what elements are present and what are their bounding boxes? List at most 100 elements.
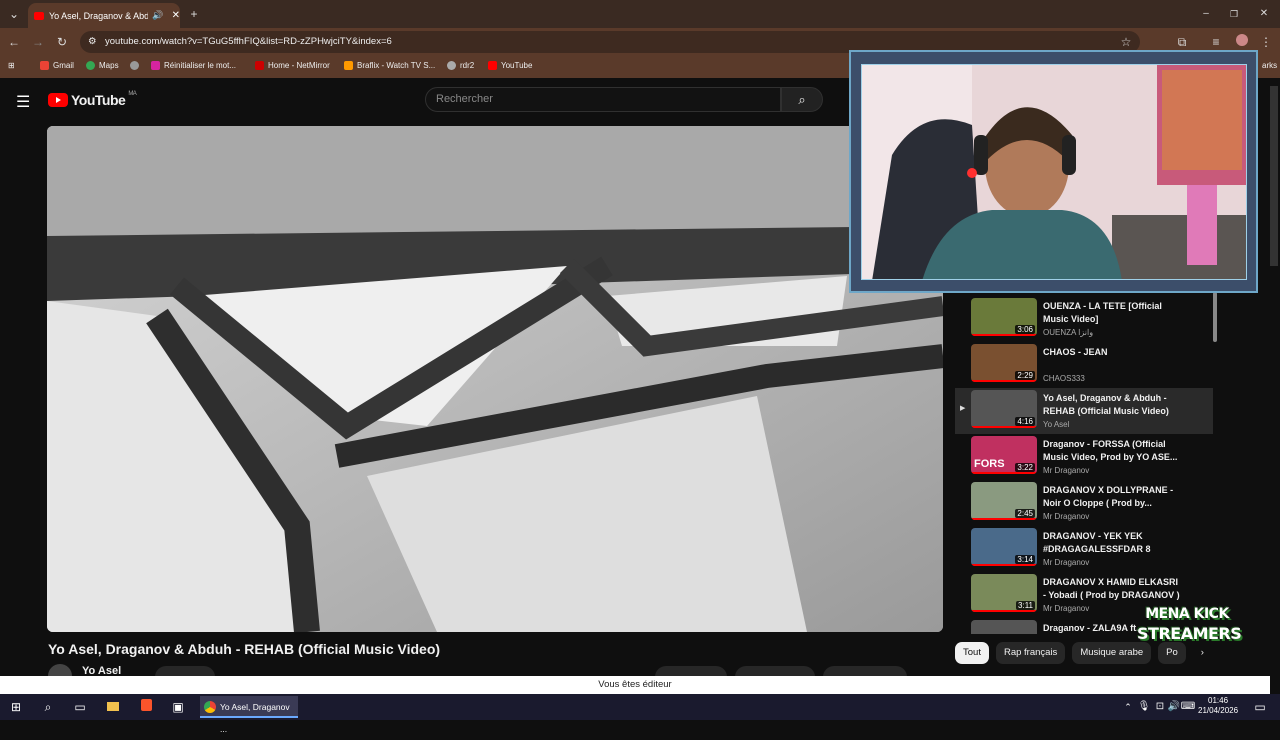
clock-time: 01:46 [1208,696,1229,705]
reload-icon[interactable]: ↻ [52,28,72,56]
microphone-icon[interactable]: 🎙 [1136,699,1152,715]
maps-icon [86,61,95,70]
share-button[interactable] [735,666,815,676]
playlist-item-title: CHAOS - JEAN [1043,347,1108,357]
tray-chevron-icon[interactable]: ⌃ [1120,699,1136,715]
bookmark-label: Réinitialiser le mot... [164,61,237,70]
playlist-item[interactable]: 2:45 DRAGANOV X DOLLYPRANE - Noir O Clopp… [955,480,1213,526]
task-view-icon[interactable]: ▭ [72,699,88,715]
notifications-icon[interactable]: ▭ [1252,699,1268,715]
hamburger-menu-icon[interactable]: ☰ [16,92,30,112]
back-icon[interactable]: ← [4,28,24,56]
bookmark-label: YouTube [501,61,533,70]
webcam-overlay [849,50,1258,293]
video-duration: 3:22 [1015,463,1035,472]
audio-icon[interactable]: 🔊 [152,10,163,21]
playlist-thumbnail[interactable]: FORS 3:22 [971,436,1037,474]
logo-text: YouTube [71,92,126,108]
brave-browser-icon[interactable] [138,699,154,715]
now-playing-icon: ▶ [960,405,966,412]
bookmark-youtube[interactable]: YouTube [488,61,532,70]
youtube-logo[interactable]: YouTube MA [48,91,137,108]
playlist-item[interactable]: 2:29 CHAOS - JEAN CHAOS333 [955,342,1213,388]
tab-search-icon[interactable]: ⌄ [4,0,24,28]
bookmark-rdr2[interactable]: rdr2 [447,61,474,70]
minimize-icon[interactable]: – [1196,0,1216,28]
search-button[interactable]: ⌕ [781,87,823,112]
page-scrollbar[interactable] [1270,86,1278,266]
playlist-item-title: Draganov - FORSSA (Official Music Video,… [1043,439,1178,462]
playlist-item-channel: Yo Asel [1043,420,1070,429]
playlist-item-channel: OUENZA وانزا [1043,328,1094,337]
windows-start-icon[interactable]: ⊞ [8,699,24,715]
playlist-thumbnail[interactable]: 2:29 [971,344,1037,382]
new-tab-icon[interactable]: + [184,0,204,28]
playlist-thumbnail[interactable] [971,620,1037,634]
playlist-item[interactable]: ▶ 4:16 Yo Asel, Draganov & Abduh - REHAB (… [955,388,1213,434]
playlist-item-title: OUENZA - LA TETE [Official Music Video] [1043,301,1162,324]
webcam-feed [861,64,1247,280]
browser-tab-active[interactable]: Yo Asel, Draganov & Abdu 🔊 ✕ [28,3,180,28]
playlist-thumbnail[interactable]: 4:16 [971,390,1037,428]
mena-kick-streamers-badge: MENA KICK STREAMERS [1137,598,1242,658]
playlist-thumbnail[interactable]: 2:45 [971,482,1037,520]
bookmark-braflix[interactable]: Braflix - Watch TV S... [344,61,435,70]
video-frame [47,126,943,632]
close-window-icon[interactable]: ✕ [1254,0,1274,28]
chip-rap-francais[interactable]: Rap français [995,642,1066,664]
like-button[interactable] [655,666,727,676]
file-explorer-icon[interactable] [105,699,121,715]
editor-notice: Vous êtes éditeur [0,676,1270,694]
system-clock[interactable]: 01:46 21/04/2026 [1198,696,1238,716]
maximize-icon[interactable]: ❐ [1224,0,1244,28]
video-duration: 3:14 [1015,555,1035,564]
watched-progress-bar [971,472,1037,474]
site-info-icon[interactable]: ⚙ [88,31,97,53]
playlist-thumbnail[interactable]: 3:11 [971,574,1037,612]
playlist-thumbnail[interactable]: 3:14 [971,528,1037,566]
kick-line-1: MENA KICK [1145,606,1229,622]
search-icon[interactable]: ⌕ [40,699,56,715]
menu-icon[interactable]: ⋮ [1256,28,1276,56]
bookmark-instagram[interactable]: Réinitialiser le mot... [151,61,236,70]
channel-avatar[interactable] [48,664,72,676]
close-tab-icon[interactable]: ✕ [172,10,180,21]
channel-name[interactable]: Yo Asel [82,665,121,676]
playlist-item[interactable]: 3:06 OUENZA - LA TETE [Official Music Vid… [955,296,1213,342]
apps-icon[interactable]: ⊞ [8,61,15,70]
store-icon[interactable]: ▣ [170,699,186,715]
watched-progress-bar [971,334,1037,336]
subscribe-button[interactable] [155,666,215,676]
bookmark-netmirror[interactable]: Home - NetMirror [255,61,330,70]
bookmark-gmail[interactable]: Gmail [40,61,74,70]
playlist-item-title: DRAGANOV - YEK YEK #DRAGAGALESSFDAR 8 [1043,531,1151,554]
playlist-item-channel: CHAOS333 [1043,374,1085,383]
playlist-item[interactable]: 3:14 DRAGANOV - YEK YEK #DRAGAGALESSFDAR … [955,526,1213,572]
search-icon: ⌕ [798,92,806,107]
bookmark-maps[interactable]: Maps [86,61,119,70]
playlist-item-channel: Mr Draganov [1043,558,1090,567]
browser-tab-strip: ⌄ Yo Asel, Draganov & Abdu 🔊 ✕ + – ❐ ✕ [0,0,1280,28]
playlist-scrollbar[interactable] [1213,292,1217,342]
gmail-icon [40,61,49,70]
bookmark-label: rdr2 [460,61,475,70]
download-button[interactable] [823,666,907,676]
video-player[interactable] [47,126,943,632]
video-duration: 4:16 [1015,417,1035,426]
language-icon[interactable]: ⌨ [1180,699,1196,715]
search-input[interactable]: Rechercher [425,87,781,112]
taskbar-app-label: Yo Asel, Draganov ... [220,702,290,734]
forward-icon[interactable]: → [28,28,48,56]
video-title: Yo Asel, Draganov & Abduh - REHAB (Offic… [48,641,441,657]
playlist-item[interactable]: FORS 3:22 Draganov - FORSSA (Official Musi… [955,434,1213,480]
watched-progress-bar [971,426,1037,428]
tab-title: Yo Asel, Draganov & Abdu [48,10,149,21]
bookmark-label: Maps [99,61,119,70]
playlist-thumbnail[interactable]: 3:06 [971,298,1037,336]
playlist-item-title: Yo Asel, Draganov & Abduh - REHAB (Offic… [1043,393,1169,416]
bookmark-globe[interactable] [130,61,139,70]
chip-all[interactable]: Tout [955,642,989,664]
playlist-panel: 3:06 OUENZA - LA TETE [Official Music Vid… [955,292,1223,634]
taskbar-chrome-app[interactable]: Yo Asel, Draganov ... [200,696,298,734]
bookmarks-overflow[interactable]: arks [1262,61,1277,70]
